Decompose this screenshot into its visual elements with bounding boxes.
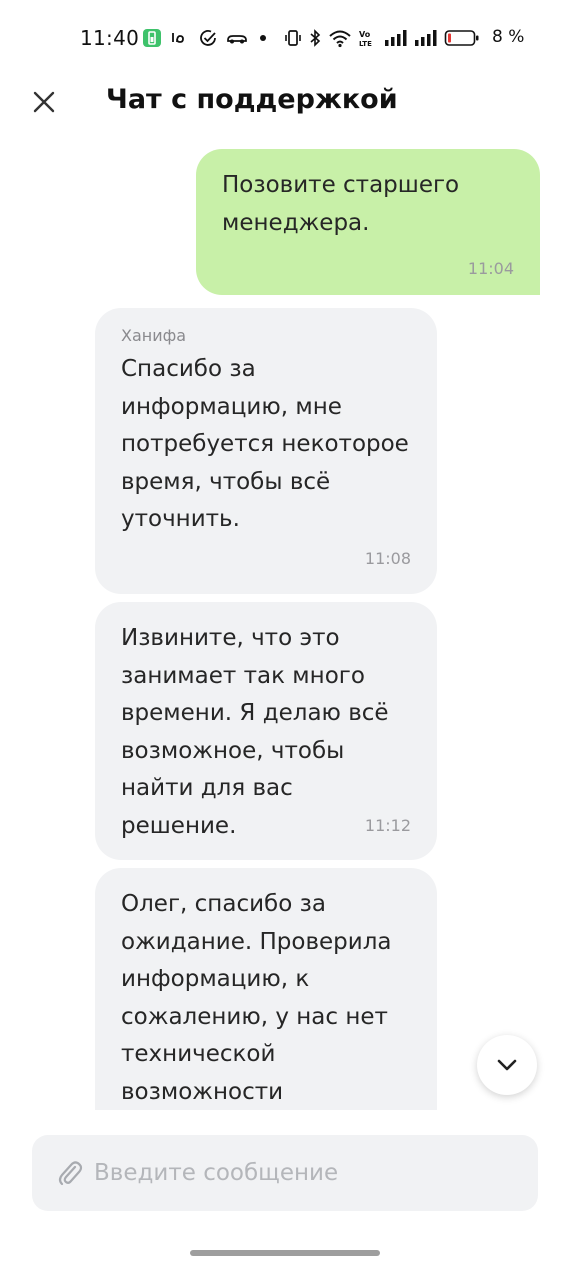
message-time: 11:04 [467, 259, 514, 278]
svg-text:Vo: Vo [359, 30, 371, 39]
wifi-icon [328, 28, 352, 48]
message-time: 11:08 [364, 549, 411, 568]
message-text: Позовите старшего менеджера. [222, 172, 460, 236]
vibrate-icon [284, 28, 302, 48]
car-icon [226, 28, 248, 48]
chevron-down-icon [497, 1059, 517, 1071]
battery-percent: 8 % [492, 27, 525, 47]
system-icons: Vo LTE [284, 27, 480, 49]
bluetooth-icon [308, 28, 322, 48]
scroll-down-button[interactable] [477, 1035, 537, 1095]
message-incoming: Олег, спасибо за ожидание. Проверила инф… [95, 868, 437, 1110]
status-time: 11:40 [80, 26, 140, 50]
message-input[interactable] [94, 1135, 514, 1211]
app-notification-icon [170, 28, 190, 48]
message-composer [32, 1135, 538, 1211]
signal-sim1-icon [384, 28, 408, 48]
message-text: Извините, что это занимает так много вре… [121, 625, 389, 839]
message-incoming: Ханифа Спасибо за информацию, мне потреб… [95, 308, 437, 594]
message-outgoing: Позовите старшего менеджера. 11:04 [196, 149, 540, 295]
paperclip-icon [58, 1161, 83, 1186]
battery-icon [444, 28, 480, 48]
notification-icons [142, 27, 270, 49]
status-bar: 11:40 Vo LTE 8 % [0, 0, 570, 78]
volte-icon: Vo LTE [358, 28, 378, 48]
battery-saver-app-icon [142, 28, 162, 48]
svg-text:LTE: LTE [359, 40, 372, 48]
message-sender: Ханифа [121, 326, 187, 345]
message-incoming: Извините, что это занимает так много вре… [95, 602, 437, 860]
signal-sim2-icon [414, 28, 438, 48]
message-text: Олег, спасибо за ожидание. Проверила инф… [121, 891, 392, 1105]
message-time: 11:12 [364, 816, 411, 835]
message-text: Спасибо за информацию, мне потребуется н… [121, 356, 409, 532]
chat-header: Чат с поддержкой [0, 78, 570, 136]
close-button[interactable] [26, 84, 62, 120]
chat-messages[interactable]: Позовите старшего менеджера. 11:04 Ханиф… [0, 136, 570, 1110]
attach-button[interactable] [54, 1157, 86, 1189]
dot-icon [256, 28, 270, 48]
close-icon [33, 91, 55, 113]
home-indicator[interactable] [190, 1250, 380, 1256]
page-title: Чат с поддержкой [106, 84, 398, 115]
check-circle-icon [198, 28, 218, 48]
